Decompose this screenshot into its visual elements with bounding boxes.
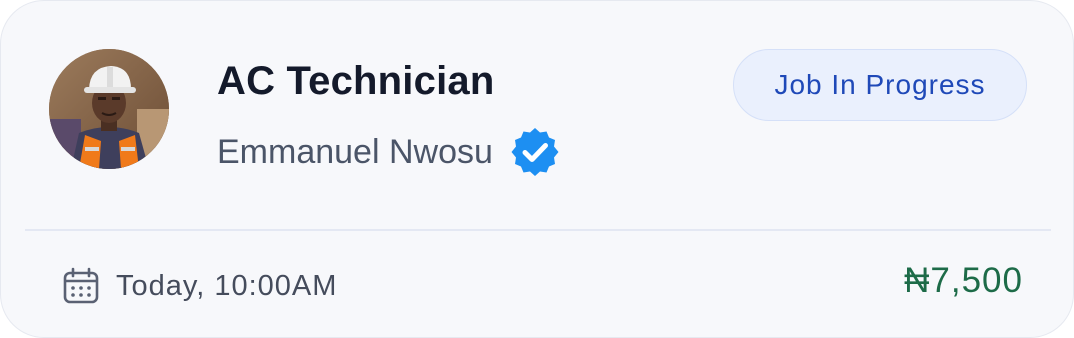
avatar	[49, 49, 169, 169]
job-title: AC Technician	[217, 59, 495, 103]
verified-badge-icon	[509, 126, 561, 178]
job-price: ₦7,500	[904, 261, 1023, 300]
job-card[interactable]: AC Technician Emmanuel Nwosu Job In Prog…	[0, 0, 1074, 338]
provider-name[interactable]: Emmanuel Nwosu	[217, 133, 493, 172]
schedule-time: Today, 10:00AM	[116, 269, 338, 302]
divider	[25, 229, 1051, 231]
calendar-icon	[63, 267, 99, 305]
status-badge: Job In Progress	[733, 49, 1027, 121]
schedule: Today, 10:00AM	[63, 263, 337, 309]
provider-row: Emmanuel Nwosu	[217, 126, 561, 178]
